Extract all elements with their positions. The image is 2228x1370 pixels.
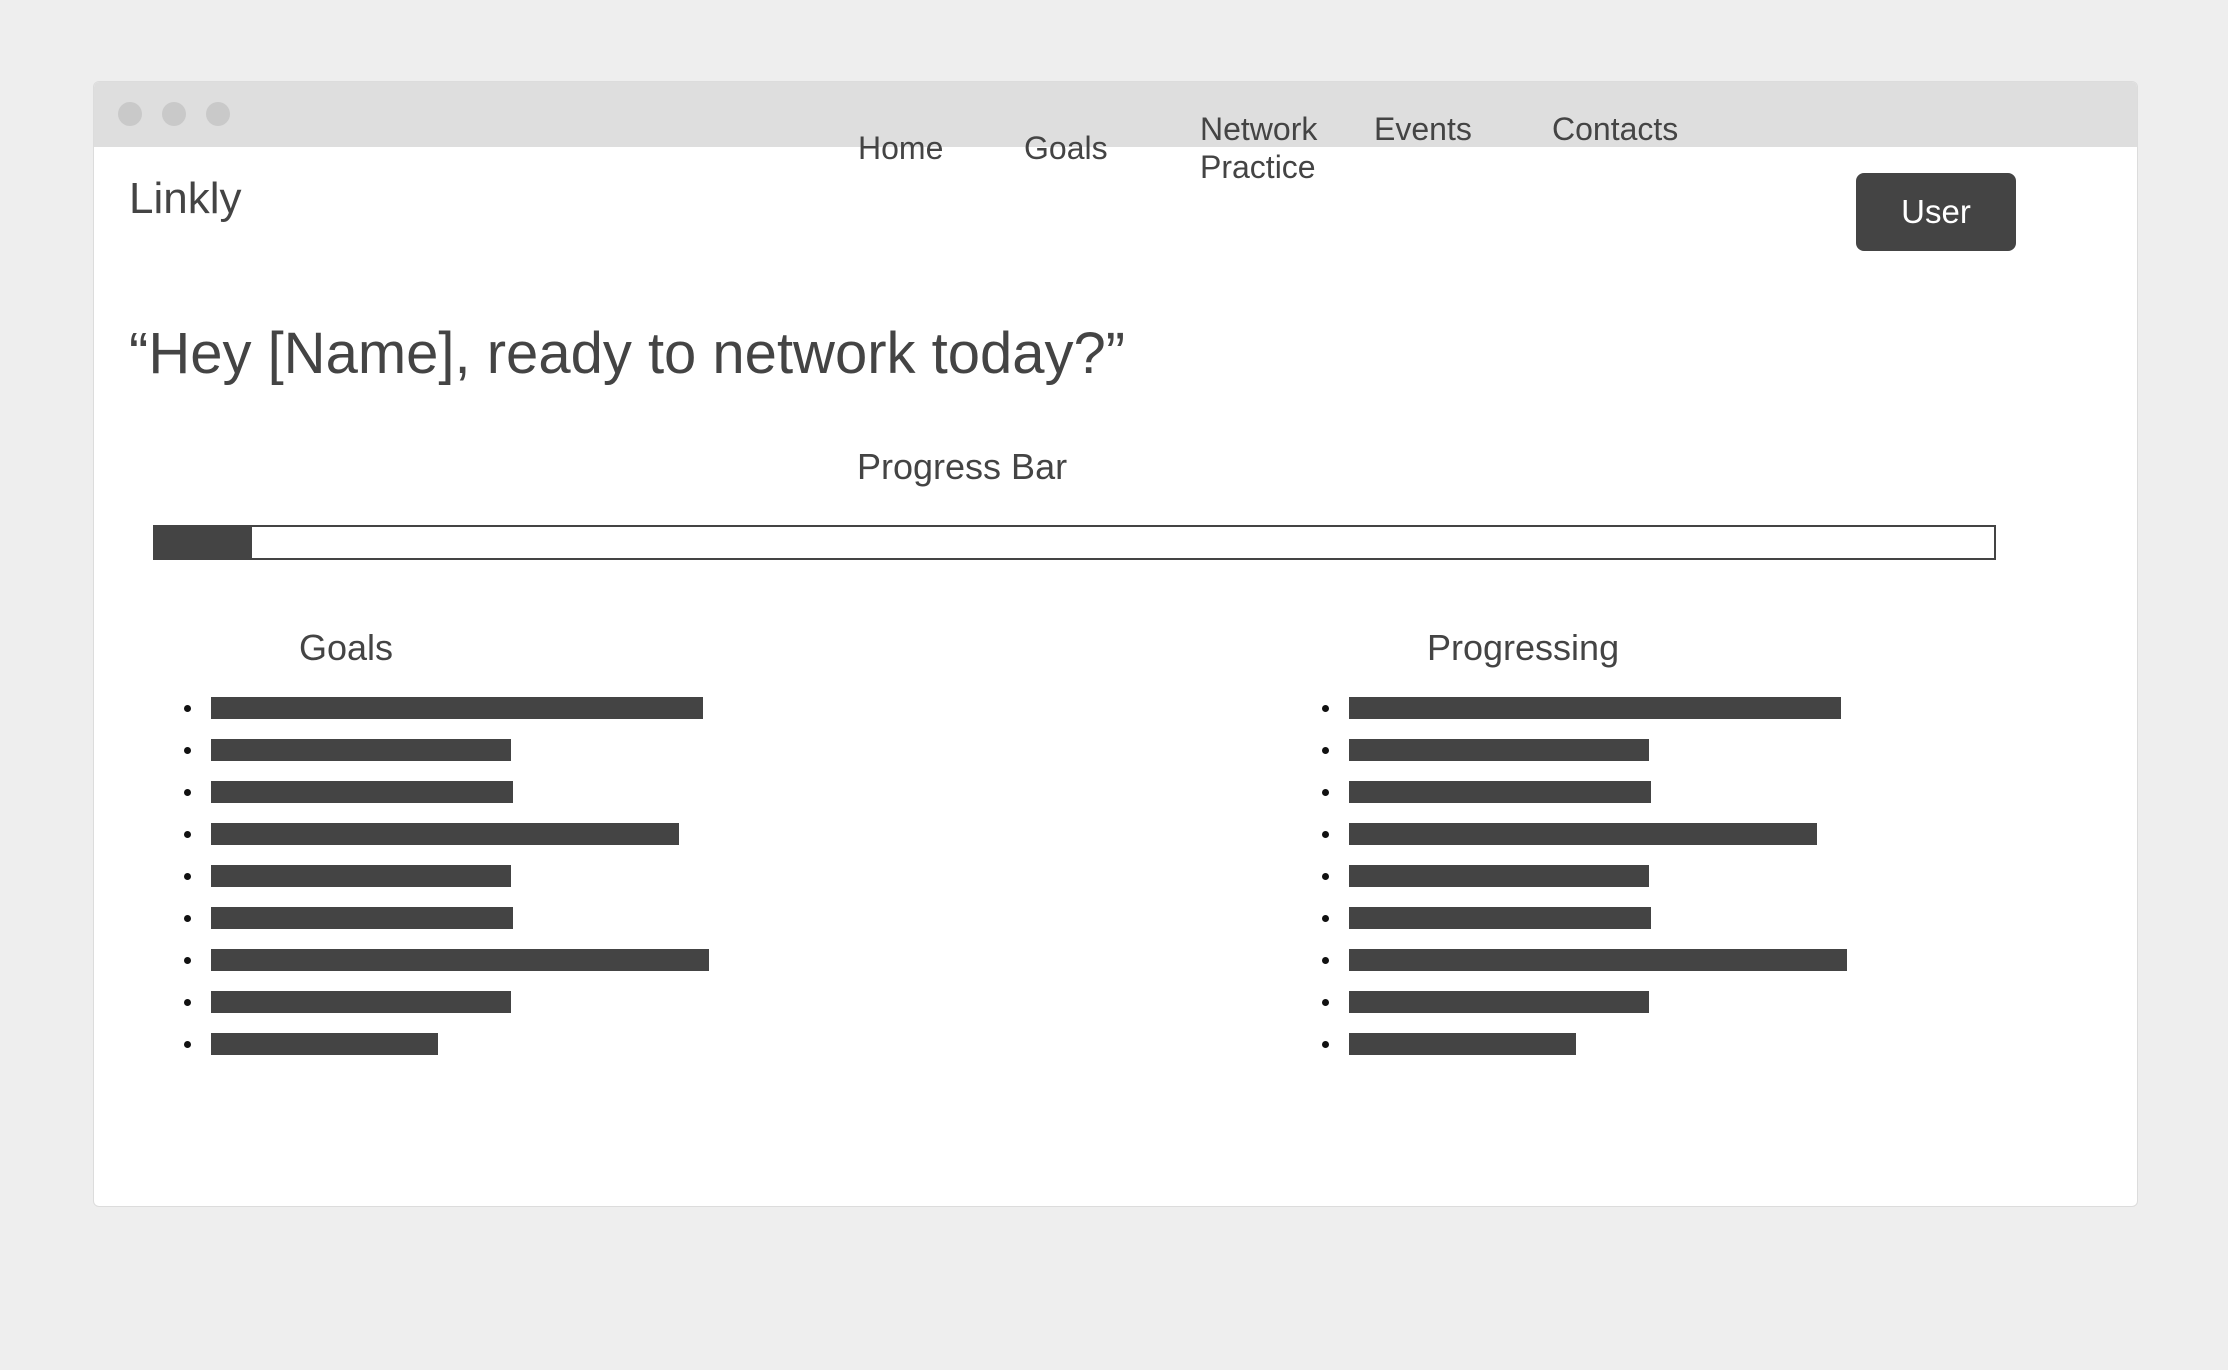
progressing-heading: Progressing (1427, 627, 1620, 668)
placeholder-text-bar (211, 991, 511, 1013)
progressing-list-item[interactable] (1322, 687, 1847, 729)
placeholder-text-bar (1349, 865, 1649, 887)
placeholder-text-bar (211, 907, 513, 929)
goals-list-item[interactable] (184, 897, 709, 939)
bullet-icon (184, 914, 191, 922)
bullet-icon (1322, 998, 1329, 1006)
progressing-list (1322, 687, 1847, 1065)
goals-list-item[interactable] (184, 1023, 709, 1065)
goals-list-item[interactable] (184, 771, 709, 813)
progressing-list-item[interactable] (1322, 813, 1847, 855)
bullet-icon (184, 1040, 191, 1048)
window-titlebar (94, 82, 2137, 147)
placeholder-text-bar (1349, 1033, 1576, 1055)
placeholder-text-bar (1349, 949, 1847, 971)
placeholder-text-bar (1349, 739, 1649, 761)
progressing-list-item[interactable] (1322, 771, 1847, 813)
placeholder-text-bar (211, 949, 709, 971)
placeholder-text-bar (211, 823, 679, 845)
user-button[interactable]: User (1856, 173, 2016, 251)
nav-network-practice[interactable]: Network Practice (1200, 110, 1340, 186)
nav-goals[interactable]: Goals (1024, 129, 1108, 167)
goals-list-item[interactable] (184, 855, 709, 897)
nav-events[interactable]: Events (1374, 110, 1472, 148)
progressing-list-item[interactable] (1322, 855, 1847, 897)
page-content: Linkly Home Goals Network Practice Event… (94, 111, 2137, 1206)
window-close-dot-icon[interactable] (118, 102, 142, 126)
progressing-list-item[interactable] (1322, 939, 1847, 981)
bullet-icon (1322, 788, 1329, 796)
goals-list-item[interactable] (184, 939, 709, 981)
placeholder-text-bar (211, 697, 703, 719)
bullet-icon (184, 956, 191, 964)
bullet-icon (1322, 830, 1329, 838)
bullet-icon (184, 998, 191, 1006)
placeholder-text-bar (211, 865, 511, 887)
bullet-icon (1322, 746, 1329, 754)
bullet-icon (1322, 704, 1329, 712)
bullet-icon (184, 830, 191, 838)
window-minimize-dot-icon[interactable] (162, 102, 186, 126)
progressing-list-item[interactable] (1322, 981, 1847, 1023)
placeholder-text-bar (1349, 907, 1651, 929)
bullet-icon (1322, 914, 1329, 922)
goals-list-item[interactable] (184, 813, 709, 855)
placeholder-text-bar (1349, 697, 1841, 719)
browser-window: Linkly Home Goals Network Practice Event… (93, 81, 2138, 1207)
nav-network-practice-line1: Network (1200, 111, 1318, 147)
goals-list (184, 687, 709, 1065)
placeholder-text-bar (1349, 991, 1649, 1013)
window-maximize-dot-icon[interactable] (206, 102, 230, 126)
progress-bar (153, 525, 1996, 560)
progress-label: Progress Bar (857, 446, 1068, 487)
goals-list-item[interactable] (184, 687, 709, 729)
goals-list-item[interactable] (184, 729, 709, 771)
app-logo[interactable]: Linkly (129, 177, 242, 221)
bullet-icon (1322, 1040, 1329, 1048)
greeting-heading: “Hey [Name], ready to network today?” (129, 321, 1126, 386)
placeholder-text-bar (211, 739, 511, 761)
placeholder-text-bar (211, 781, 513, 803)
progress-bar-fill (155, 527, 253, 558)
bullet-icon (1322, 872, 1329, 880)
placeholder-text-bar (211, 1033, 438, 1055)
bullet-icon (184, 788, 191, 796)
bullet-icon (1322, 956, 1329, 964)
progressing-list-item[interactable] (1322, 897, 1847, 939)
goals-heading: Goals (299, 627, 394, 668)
nav-home[interactable]: Home (858, 129, 943, 167)
placeholder-text-bar (1349, 823, 1817, 845)
nav-contacts[interactable]: Contacts (1552, 110, 1678, 148)
bullet-icon (184, 746, 191, 754)
nav-network-practice-line2: Practice (1200, 149, 1316, 185)
bullet-icon (184, 872, 191, 880)
bullet-icon (184, 704, 191, 712)
progressing-list-item[interactable] (1322, 1023, 1847, 1065)
placeholder-text-bar (1349, 781, 1651, 803)
progressing-list-item[interactable] (1322, 729, 1847, 771)
goals-list-item[interactable] (184, 981, 709, 1023)
